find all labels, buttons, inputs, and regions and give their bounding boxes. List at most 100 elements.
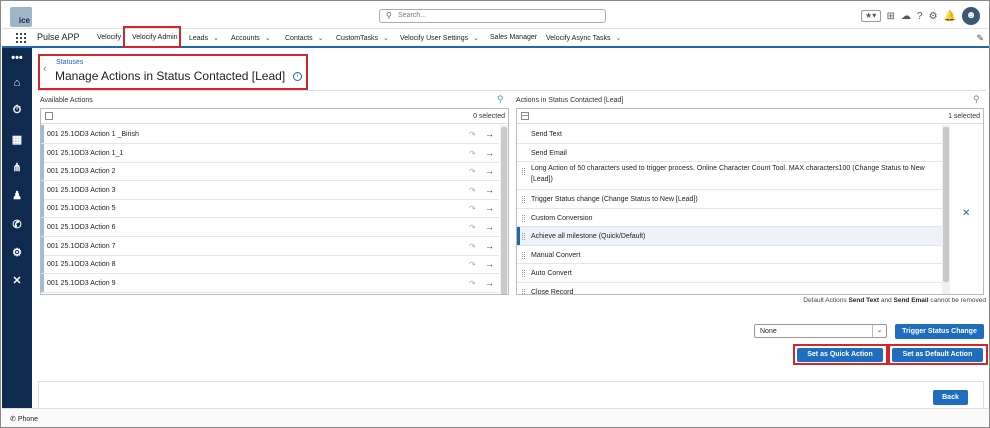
chevron-down-icon[interactable]: ⌄ — [318, 35, 324, 42]
scrollbar-thumb[interactable] — [501, 127, 507, 294]
scrollbar[interactable] — [942, 125, 950, 294]
action-label: 001 25.1OD3 Action 1_1 — [47, 149, 124, 157]
drag-handle[interactable] — [522, 270, 525, 277]
drag-handle[interactable] — [522, 196, 525, 203]
action-label: Achieve all milestone (Quick/Default) — [531, 233, 646, 240]
chevron-down-icon[interactable]: ⌄ — [615, 35, 621, 42]
hierarchy-icon[interactable]: ▦ — [2, 133, 32, 146]
move-right-icon[interactable]: → — [485, 278, 494, 288]
process-icon: ↷ — [469, 260, 476, 270]
list-item[interactable]: 001 25.1OD3 Action 6 ↷ → — [41, 218, 499, 237]
chevron-down-icon[interactable]: ⌄ — [265, 35, 271, 42]
list-item[interactable]: Send Text — [517, 125, 942, 144]
home-icon[interactable]: ⌂ — [2, 77, 32, 89]
nav-item-sales-manager[interactable]: Sales Manager — [490, 34, 537, 41]
back-button[interactable]: Back — [933, 390, 968, 405]
action-label: Close Record — [531, 288, 574, 295]
list-item[interactable]: 001 25.1OD3 Action 3 ↷ → — [41, 180, 499, 200]
drag-handle[interactable] — [522, 168, 525, 175]
chevron-down-icon[interactable]: ⌄ — [473, 35, 479, 42]
list-item[interactable]: Custom Conversion — [517, 209, 942, 227]
nav-item-velocify-user-settings[interactable]: Velocify User Settings ⌄ — [400, 34, 479, 42]
nav-item-label: CustomTasks — [336, 35, 379, 42]
nav-item-velocify-async-tasks[interactable]: Velocify Async Tasks ⌄ — [546, 34, 621, 42]
avatar[interactable]: ☻ — [962, 7, 980, 25]
list-item[interactable]: 001 25.1OD3 Action 9 ↷ → — [41, 273, 499, 293]
scrollbar-thumb[interactable] — [943, 127, 949, 282]
global-header: ice ⚲ Search... ★▾ ⊞ ☁ ? ⚙ 🔔 ☻ — [2, 2, 989, 29]
move-right-icon[interactable]: → — [485, 148, 494, 158]
groups-icon[interactable]: ♟ — [2, 189, 32, 202]
list-item[interactable]: 001 25.1OD3 Action 1_1 ↷ → — [41, 143, 499, 163]
list-item[interactable]: Long Action of 50 characters used to tri… — [517, 162, 942, 190]
selected-count: 1 selected — [948, 113, 980, 120]
row-marker — [41, 199, 44, 218]
footer-card — [38, 381, 984, 411]
chevron-down-icon[interactable]: ⌄ — [872, 325, 886, 337]
move-right-icon[interactable]: → — [485, 185, 494, 195]
move-right-icon[interactable]: → — [485, 166, 494, 176]
move-right-icon[interactable]: → — [485, 259, 494, 269]
action-label: Send Email — [531, 149, 567, 157]
list-item[interactable]: 001 25.1OD3 Action 7 ↷ → — [41, 236, 499, 256]
move-right-icon[interactable]: → — [485, 203, 494, 213]
nav-item-velocify[interactable]: Velocify — [97, 34, 121, 41]
list-item[interactable]: Auto Convert — [517, 264, 942, 283]
search-icon[interactable]: ⚲ — [973, 94, 980, 105]
list-item[interactable]: Trigger Status change (Change Status to … — [517, 190, 942, 209]
nav-item-customtasks[interactable]: CustomTasks ⌄ — [336, 34, 389, 42]
list-item[interactable]: Send Email — [517, 144, 942, 162]
more-icon[interactable]: ••• — [2, 52, 32, 64]
main-content: ‹ Statuses Manage Actions in Status Cont… — [32, 48, 989, 411]
move-right-icon[interactable]: → — [485, 222, 494, 232]
remove-action-icon[interactable]: ✕ — [962, 208, 970, 219]
action-label-cont: [Lead]) — [531, 176, 553, 183]
share-icon[interactable]: ⋔ — [2, 161, 32, 174]
app-name: Pulse APP — [37, 32, 80, 42]
note-action: Send Email — [893, 297, 929, 304]
favorites-icon[interactable]: ★▾ — [860, 10, 881, 22]
trailhead-icon[interactable]: ☁ — [901, 11, 911, 22]
list-item[interactable]: Manual Convert — [517, 246, 942, 264]
global-search-input[interactable]: ⚲ Search... — [379, 9, 606, 23]
list-item[interactable]: 001 25.1OD3 Action 5 ↷ → — [41, 199, 499, 219]
nav-item-accounts[interactable]: Accounts ⌄ — [231, 34, 271, 42]
action-label: 001 25.1OD3 Action 8 — [47, 261, 116, 269]
drag-handle[interactable] — [522, 251, 525, 259]
nav-item-label: Velocify Async Tasks — [546, 35, 611, 42]
nav-item-contacts[interactable]: Contacts ⌄ — [285, 34, 324, 42]
move-right-icon[interactable]: → — [485, 129, 494, 139]
list-item[interactable]: 001 25.1OD3 Action 8 ↷ → — [41, 255, 499, 275]
scrollbar[interactable] — [500, 125, 508, 294]
list-item[interactable]: 001 25.1OD3 Action 1 _Birish ↷ → — [41, 125, 499, 144]
action-label: 001 25.1OD3 Action 9 — [47, 279, 116, 287]
move-right-icon[interactable]: → — [485, 241, 494, 251]
trigger-status-change-button[interactable]: Trigger Status Change — [895, 324, 984, 339]
settings-icon[interactable]: ⚙ — [2, 246, 32, 259]
select-all-checkbox[interactable] — [45, 112, 53, 120]
edit-nav-icon[interactable]: ✎ — [976, 33, 984, 44]
nav-item-leads[interactable]: Leads ⌄ — [189, 34, 219, 42]
drag-handle[interactable] — [522, 214, 525, 222]
selected-list-item[interactable]: Achieve all milestone (Quick/Default) — [517, 227, 942, 246]
close-icon[interactable]: ✕ — [2, 274, 32, 287]
status-select[interactable]: None ⌄ — [754, 324, 887, 338]
app-launcher-icon[interactable] — [16, 33, 26, 43]
drag-handle[interactable] — [522, 233, 525, 240]
drag-handle[interactable] — [522, 288, 525, 294]
chevron-down-icon[interactable]: ⌄ — [383, 35, 389, 42]
list-item[interactable]: Close Record — [517, 283, 942, 295]
phone-icon[interactable]: ✆ — [2, 218, 32, 231]
list-item[interactable]: 001 25.1OD3 Action 2 ↷ → — [41, 162, 499, 182]
chevron-down-icon[interactable]: ⌄ — [213, 35, 219, 42]
action-label: 001 25.1OD3 Action 6 — [47, 224, 116, 231]
help-icon[interactable]: ? — [917, 11, 923, 22]
status-select-value: None — [760, 328, 777, 335]
dashboard-icon[interactable]: ⏱ — [2, 104, 32, 117]
select-all-checkbox[interactable]: — — [521, 112, 529, 120]
notifications-icon[interactable]: 🔔 — [944, 11, 956, 22]
search-icon[interactable]: ⚲ — [497, 94, 504, 105]
settings-icon[interactable]: ⚙ — [929, 11, 938, 22]
phone-utility[interactable]: ✆ Phone — [10, 415, 38, 423]
add-icon[interactable]: ⊞ — [887, 11, 895, 22]
